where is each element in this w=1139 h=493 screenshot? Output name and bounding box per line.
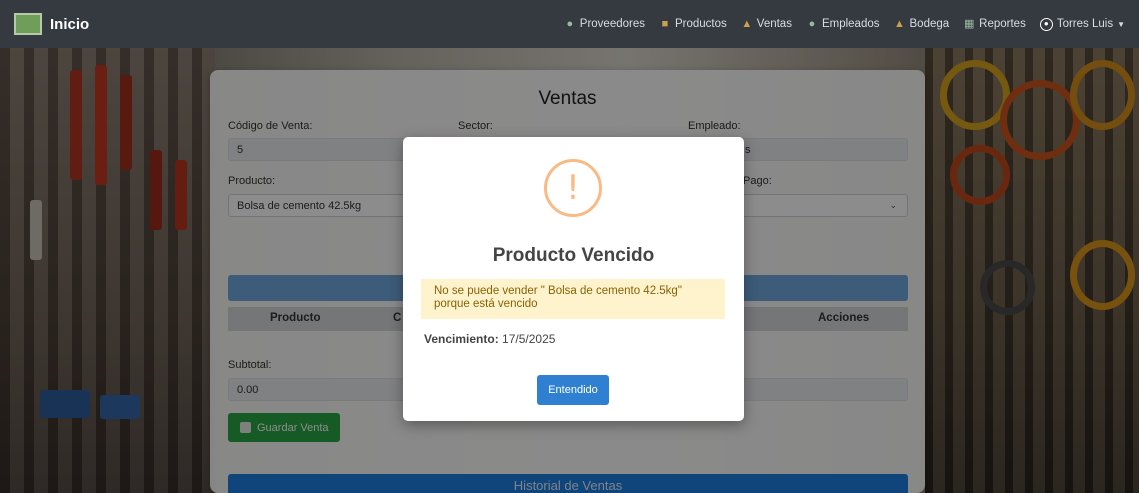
nav-item-proveedores[interactable]: ● Proveedores bbox=[564, 18, 645, 30]
dialog-alert: No se puede vender " Bolsa de cemento 42… bbox=[421, 279, 725, 319]
employees-icon: ● bbox=[808, 18, 816, 30]
caret-down-icon: ▼ bbox=[1117, 19, 1125, 29]
top-navbar: Inicio ● Proveedores ■ Productos ▲ Venta… bbox=[0, 0, 1139, 48]
nav-item-reportes[interactable]: ▦ Reportes bbox=[963, 18, 1026, 30]
navbar-brand[interactable]: Inicio bbox=[14, 13, 89, 35]
nav-label: Empleados bbox=[821, 18, 880, 30]
vencimiento-label: Vencimiento: bbox=[424, 332, 499, 346]
navbar-links: ● Proveedores ■ Productos ▲ Ventas ● Emp… bbox=[564, 17, 1125, 31]
nav-item-ventas[interactable]: ▲ Ventas bbox=[741, 18, 792, 30]
nav-label: Reportes bbox=[979, 18, 1026, 30]
vencimiento-value: 17/5/2025 bbox=[502, 332, 556, 346]
nav-label: Proveedores bbox=[579, 18, 645, 30]
nav-item-empleados[interactable]: ● Empleados bbox=[806, 18, 880, 30]
sales-icon: ▲ bbox=[741, 18, 753, 30]
dialog-title: Producto Vencido bbox=[492, 245, 655, 266]
suppliers-icon: ● bbox=[566, 18, 574, 30]
reports-icon: ▦ bbox=[963, 18, 975, 30]
understood-button[interactable]: Entendido bbox=[537, 375, 609, 405]
nav-item-productos[interactable]: ■ Productos bbox=[659, 18, 727, 30]
nav-label: Productos bbox=[675, 18, 727, 30]
nav-label: Ventas bbox=[756, 18, 792, 30]
user-name: Torres Luis bbox=[1056, 18, 1114, 30]
brand-label: Inicio bbox=[50, 15, 90, 33]
nav-item-bodega[interactable]: ▲ Bodega bbox=[894, 18, 950, 30]
store-logo-icon bbox=[14, 13, 42, 35]
products-icon: ■ bbox=[661, 18, 669, 30]
nav-label: Bodega bbox=[909, 18, 950, 30]
expired-product-dialog: ! Producto Vencido No se puede vender " … bbox=[403, 137, 744, 421]
vencimiento-line: Vencimiento: 17/5/2025 bbox=[424, 332, 555, 346]
warehouse-icon: ▲ bbox=[894, 18, 905, 30]
user-menu[interactable]: ● Torres Luis ▼ bbox=[1039, 17, 1125, 31]
user-avatar-icon: ● bbox=[1039, 17, 1053, 31]
warning-icon: ! bbox=[544, 159, 602, 217]
